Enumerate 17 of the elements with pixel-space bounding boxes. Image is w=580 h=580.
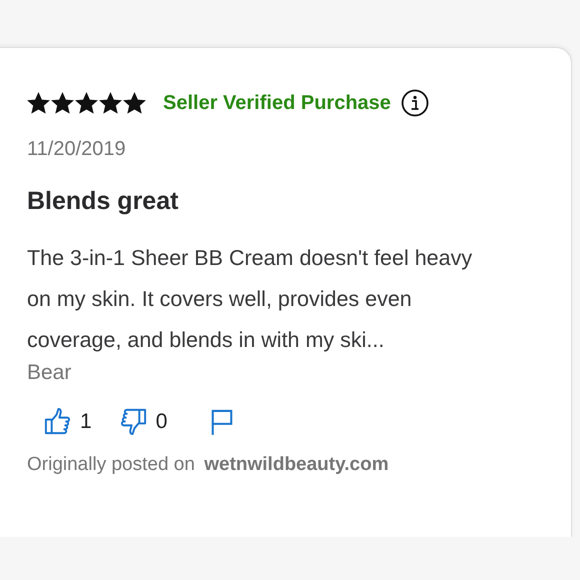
star-icon <box>51 92 74 114</box>
not-helpful-button[interactable]: 0 <box>118 407 168 436</box>
thumbs-up-icon <box>43 407 72 436</box>
thumbs-down-icon <box>118 407 148 436</box>
star-icon <box>123 92 146 114</box>
reviewer-name: Bear <box>27 361 72 385</box>
review-text: The 3-in-1 Sheer BB Cream doesn't feel heavy on my skin. It covers well, provides even coverage, and blends in with my ski... <box>27 245 474 354</box>
review-title: Blends great <box>27 187 180 216</box>
star-icon <box>99 92 122 114</box>
verified-purchase-label: Seller Verified Purchase <box>163 92 391 114</box>
flag-icon[interactable] <box>210 408 234 436</box>
star-icon <box>27 92 50 114</box>
source-note: Originally posted on wetnwildbeauty.com <box>27 454 390 476</box>
info-icon[interactable] <box>400 89 429 117</box>
helpful-button[interactable]: 1 <box>43 407 92 436</box>
review-date: 11/20/2019 <box>27 138 127 161</box>
star-icon <box>75 92 98 114</box>
